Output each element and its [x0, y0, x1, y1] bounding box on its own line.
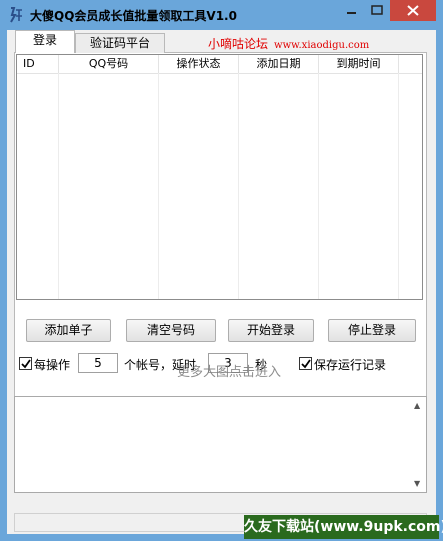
title-bar[interactable]: 大傻QQ会员成长值批量领取工具V1.0 [0, 0, 443, 30]
column-header-status[interactable]: 操作状态 [159, 55, 239, 73]
maximize-button[interactable] [364, 0, 390, 21]
accounts-per-operation-input[interactable]: 5 [78, 353, 118, 373]
table-header: ID QQ号码 操作状态 添加日期 到期时间 [17, 55, 422, 74]
minimize-icon [347, 12, 356, 14]
grid-line [58, 73, 59, 299]
app-window: 大傻QQ会员成长值批量领取工具V1.0 登录 验证码平台 小嘀咕论坛 www.xi… [0, 0, 443, 541]
tab-captcha-platform[interactable]: 验证码平台 [75, 33, 165, 53]
start-login-button[interactable]: 开始登录 [228, 319, 314, 342]
grid-line [158, 73, 159, 299]
checkmark-icon [21, 359, 31, 369]
close-icon [407, 5, 419, 16]
scroll-down-icon[interactable]: ▼ [414, 479, 420, 488]
scroll-up-icon[interactable]: ▲ [414, 401, 420, 410]
account-list-table[interactable]: ID QQ号码 操作状态 添加日期 到期时间 [16, 54, 423, 300]
per-operation-label: 每操作 [34, 358, 71, 372]
forum-name: 小嘀咕论坛 [208, 37, 269, 51]
log-scrollbar[interactable]: ▲ ▼ [409, 397, 426, 492]
add-list-button[interactable]: 添加单子 [26, 319, 111, 342]
forum-url: www.xiaodigu.com [274, 40, 370, 51]
close-button[interactable] [390, 0, 436, 21]
app-logo-icon [10, 7, 22, 23]
forum-link[interactable]: 小嘀咕论坛 www.xiaodigu.com [208, 35, 369, 52]
grid-line [238, 73, 239, 299]
save-log-checkbox[interactable] [299, 357, 312, 370]
save-log-label: 保存运行记录 [314, 358, 387, 372]
download-site-badge: 久友下载站(www.9upk.com) [244, 515, 443, 539]
per-operation-checkbox[interactable] [19, 357, 32, 370]
more-images-overlay[interactable]: 更多大图点击进入 [177, 361, 281, 380]
grid-line [398, 73, 399, 299]
clear-numbers-button[interactable]: 清空号码 [126, 319, 216, 342]
checkmark-icon [301, 359, 311, 369]
column-header-id[interactable]: ID [17, 55, 59, 73]
stop-login-button[interactable]: 停止登录 [328, 319, 416, 342]
tab-login[interactable]: 登录 [15, 30, 75, 53]
minimize-button[interactable] [338, 0, 364, 21]
column-header-qq[interactable]: QQ号码 [59, 55, 159, 73]
window-title: 大傻QQ会员成长值批量领取工具V1.0 [30, 9, 237, 23]
client-area: 登录 验证码平台 小嘀咕论坛 www.xiaodigu.com ID QQ号码 操… [7, 30, 436, 534]
log-output[interactable]: ▲ ▼ [14, 396, 427, 493]
column-header-added-date[interactable]: 添加日期 [239, 55, 319, 73]
grid-line [318, 73, 319, 299]
column-header-expire-time[interactable]: 到期时间 [319, 55, 399, 73]
maximize-icon [371, 5, 383, 15]
